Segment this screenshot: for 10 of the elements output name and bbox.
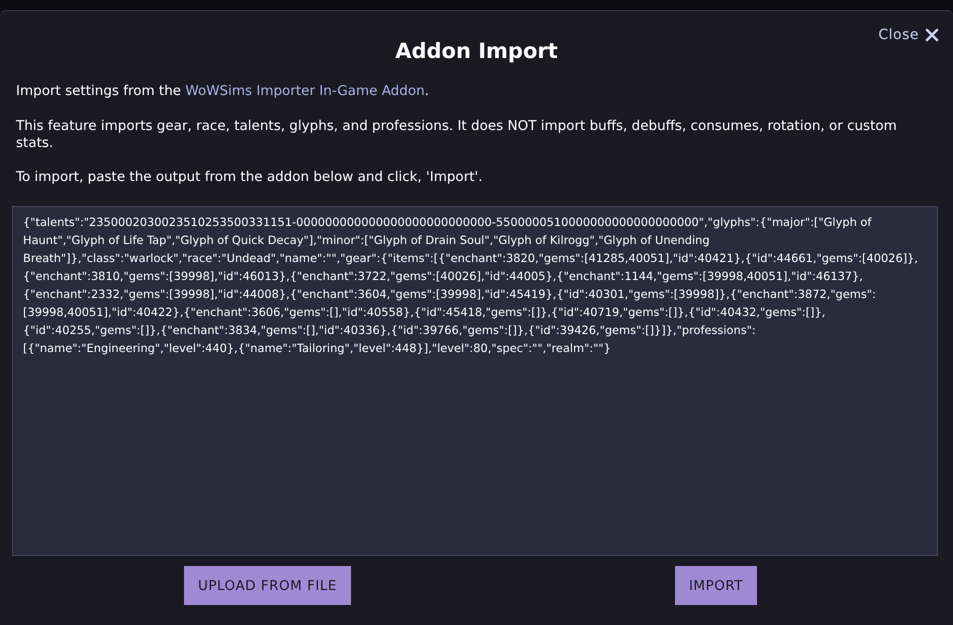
feature-note: This feature imports gear, race, talents, glyphs, and professions. It does NOT import buffs, debuffs, consumes, rotation, or custom stats. xyxy=(16,118,898,152)
addon-link[interactable]: WoWSims Importer In-Game Addon xyxy=(185,83,425,99)
close-button[interactable]: Close xyxy=(878,27,939,43)
dialog-title: Addon Import xyxy=(395,38,558,63)
intro-text: Import settings from the WoWSims Importer In-Game Addon. xyxy=(16,83,430,100)
action-button[interactable]: UPLOAD FROM FILE xyxy=(184,566,351,605)
close-icon xyxy=(925,28,939,42)
instructions-text: To import, paste the output from the addon below and click, 'Import'. xyxy=(16,169,484,186)
action-button[interactable]: IMPORT xyxy=(674,566,757,605)
input-field[interactable]: {"talents":"2350002030023510253500331151-000000000000000000000000000-5500000510000000000000000000","glyphs":{"major":["Glyph of Haunt","Glyph of Life Tap","Glyph of Quick Decay"],"minor":["Glyph of Drain Soul","Glyph of Kilrogg","Glyph of Unending Breath"]},"class":"warlock","race":"Undead","name":"","gear":{"items":[{"enchant":3820,"gems":[41285,40051],"id":40421},{"id":44661,"gems":[40026]},{"enchant":3810,"gems":[39998],"id":46013},{"enchant":3722,"gems":[40026],"id":44005},{"enchant":1144,"gems":[39998,40051],"id":46137},{"enchant":2332,"gems":[39998],"id":44008},{"enchant":3604,"gems":[39998],"id":45419},{"id":40301,"gems":[39998]},{"enchant":3872,"gems":[39998,40051],"id":40422},{"enchant":3606,"gems":[],"id":40558},{"id":45418,"gems":[]},{"id":40719,"gems":[]},{"id":40432,"gems":[]},{"id":40255,"gems":[]},{"enchant":3834,"gems":[],"id":40336},{"id":39766,"gems":[]},{"id":39426,"gems":[]}]},"professions":[{"name":"Engineering","level":440},{"name":"Tailoring","level":448}],"level":80,"spec":"","realm":""} xyxy=(12,206,938,556)
